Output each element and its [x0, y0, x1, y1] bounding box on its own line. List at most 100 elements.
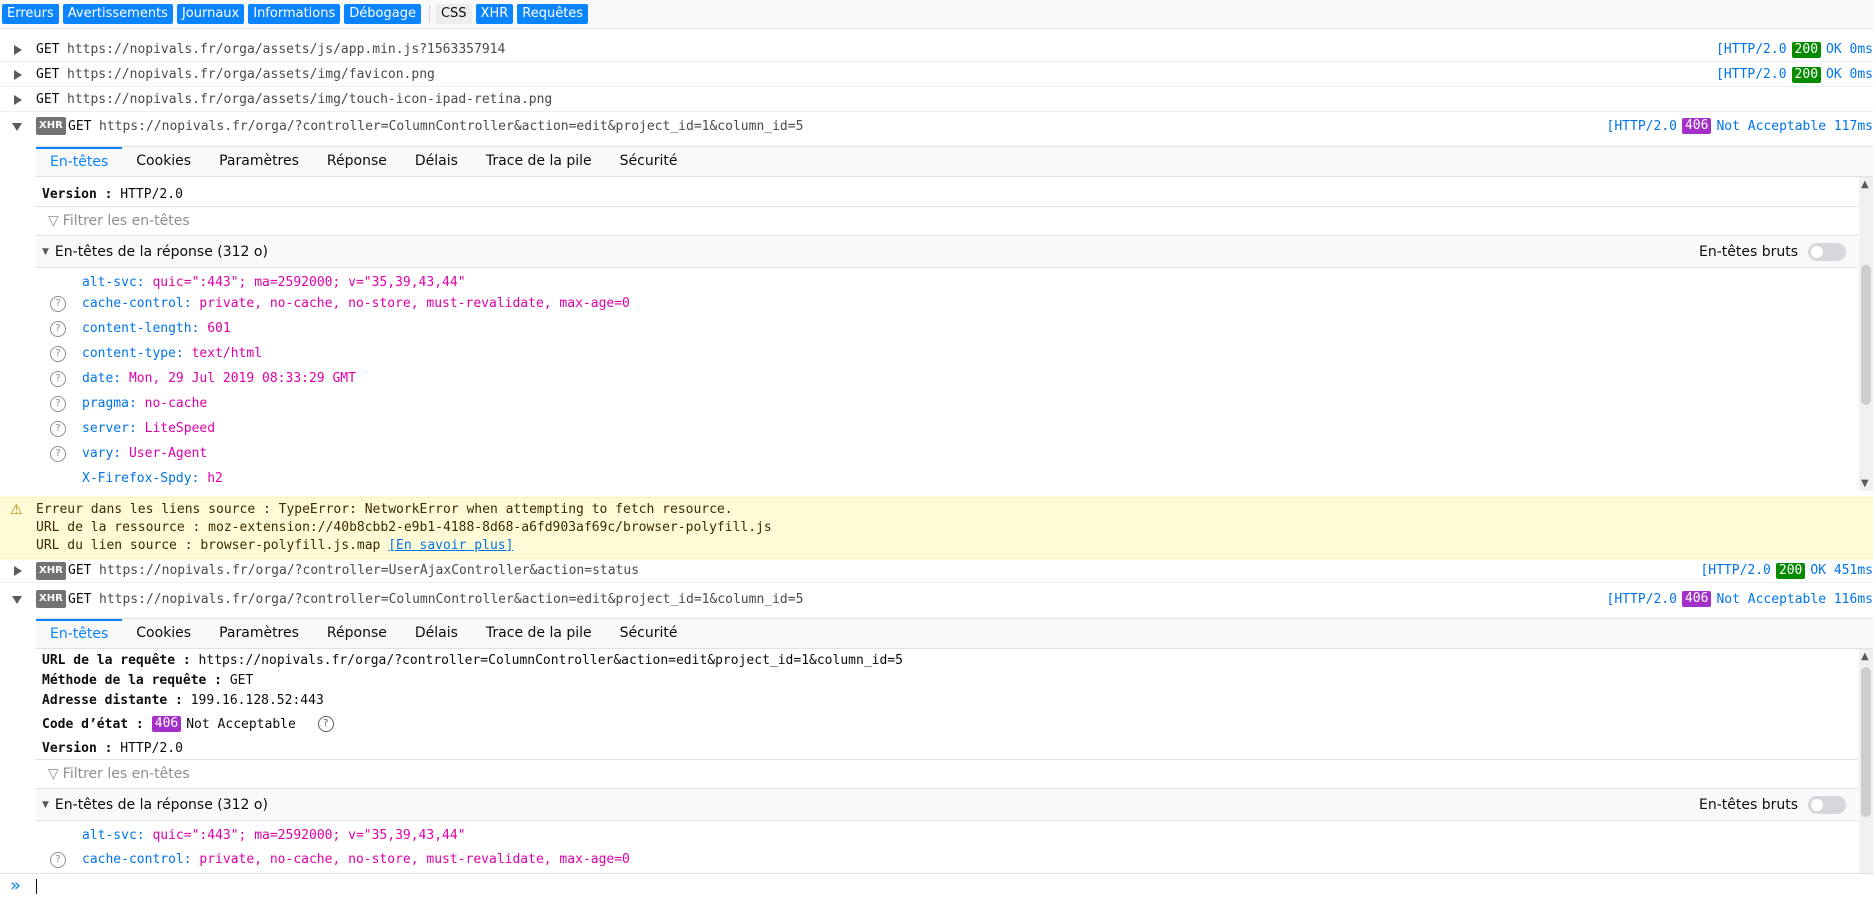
network-message-row[interactable]: GET https://nopivals.fr/orga/assets/js/a…	[0, 38, 1873, 62]
help-icon[interactable]: ?	[50, 370, 66, 387]
request-url[interactable]: https://nopivals.fr/orga/assets/img/favi…	[67, 67, 435, 82]
tab-headers[interactable]: En-têtes	[36, 147, 123, 176]
network-message-row[interactable]: GET https://nopivals.fr/orga/assets/img/…	[0, 63, 1873, 87]
tab-cookies[interactable]: Cookies	[122, 147, 205, 176]
expand-arrow-icon[interactable]	[12, 94, 24, 106]
filter-xhr-button[interactable]: XHR	[475, 4, 514, 24]
filter-separator	[428, 5, 430, 23]
filter-css-button[interactable]: CSS	[435, 4, 472, 24]
tab-response[interactable]: Réponse	[313, 147, 401, 176]
help-icon[interactable]: ?	[50, 345, 66, 362]
filter-errors-button[interactable]: Erreurs	[2, 4, 59, 24]
tab-security[interactable]: Sécurité	[606, 147, 692, 176]
section-collapse-icon[interactable]: ▼	[42, 247, 49, 257]
expand-arrow-icon[interactable]	[12, 44, 24, 56]
header-name: date: Mon, 29 Jul 2019 08:33:29 GMT	[82, 371, 356, 386]
collapse-arrow-icon[interactable]	[12, 120, 24, 132]
console-input[interactable]: »	[0, 873, 1873, 898]
request-details-panel: En-têtes Cookies Paramètres Réponse Déla…	[36, 618, 1873, 874]
status-code-badge: 200	[1791, 66, 1822, 83]
header-name: content-type: text/html	[82, 346, 263, 361]
header-name: alt-svc: quic=":443"; ma=2592000; v="35,…	[82, 828, 466, 843]
scroll-down-icon[interactable]: ▼	[1861, 478, 1869, 489]
request-method: GET	[36, 67, 60, 82]
raw-headers-toggle[interactable]	[1808, 242, 1846, 261]
request-url[interactable]: https://nopivals.fr/orga/assets/js/app.m…	[67, 42, 505, 57]
help-icon[interactable]: ?	[50, 395, 66, 412]
request-url[interactable]: https://nopivals.fr/orga/assets/img/touc…	[67, 92, 552, 107]
tab-cookies[interactable]: Cookies	[122, 619, 205, 648]
tab-response[interactable]: Réponse	[313, 619, 401, 648]
warning-source-map-url: URL du lien source : browser-polyfill.js…	[36, 538, 514, 553]
panel-scrollbar[interactable]: ▲ ▼	[1859, 177, 1873, 491]
filter-requests-button[interactable]: Requêtes	[517, 4, 589, 24]
expand-arrow-icon[interactable]	[12, 69, 24, 81]
scrollbar-thumb[interactable]	[1861, 265, 1871, 405]
section-title: En-têtes de la réponse (312 o)	[54, 796, 268, 813]
warning-resource-url: URL de la ressource : moz-extension://40…	[36, 520, 772, 535]
network-message-row[interactable]: XHR GET https://nopivals.fr/orga/?contro…	[0, 559, 1873, 583]
panel-scrollbar[interactable]: ▲	[1859, 649, 1873, 874]
filter-info-button[interactable]: Informations	[248, 4, 341, 24]
version-label: Version :	[42, 187, 113, 202]
filter-debug-button[interactable]: Débogage	[344, 4, 421, 24]
request-method: GET	[68, 563, 92, 578]
response-status: [HTTP/2.0 406 Not Acceptable 117ms	[1607, 118, 1873, 134]
network-message-row[interactable]: XHR GET https://nopivals.fr/orga/?contro…	[0, 587, 1873, 611]
collapse-arrow-icon[interactable]	[12, 593, 24, 605]
filter-warnings-button[interactable]: Avertissements	[62, 4, 173, 24]
scroll-up-icon[interactable]: ▲	[1861, 651, 1869, 662]
status-code-badge: 406	[151, 716, 182, 732]
response-headers-section[interactable]: ▼ En-têtes de la réponse (312 o) En-tête…	[36, 789, 1858, 821]
response-status: [HTTP/2.0 200 OK 451ms	[1700, 562, 1873, 579]
tab-params[interactable]: Paramètres	[205, 619, 313, 648]
source-map-warning: ⚠ Erreur dans les liens source : TypeErr…	[0, 497, 1873, 559]
help-icon[interactable]: ?	[50, 320, 66, 337]
remote-address-value: 199.16.128.52:443	[190, 693, 324, 708]
help-icon[interactable]: ?	[50, 851, 66, 868]
request-url-line: URL de la requête : https://nopivals.fr/…	[42, 653, 903, 668]
tab-timings[interactable]: Délais	[401, 147, 472, 176]
scroll-up-icon[interactable]: ▲	[1861, 179, 1869, 190]
header-value: User-Agent	[128, 446, 208, 461]
help-icon[interactable]: ?	[50, 295, 66, 312]
request-url[interactable]: https://nopivals.fr/orga/?controller=Col…	[99, 592, 803, 607]
raw-headers-toggle[interactable]	[1808, 795, 1846, 814]
status-text: Not Acceptable 116ms	[1716, 591, 1873, 607]
details-tabs: En-têtes Cookies Paramètres Réponse Déla…	[36, 619, 1873, 649]
help-icon[interactable]: ?	[50, 420, 66, 437]
response-status: [HTTP/2.0 200 OK 0ms	[1716, 66, 1873, 83]
xhr-badge: XHR	[36, 590, 66, 608]
headers-filter-input[interactable]: Filtrer les en-têtes	[63, 213, 190, 229]
tab-stack-trace[interactable]: Trace de la pile	[472, 147, 606, 176]
header-value: text/html	[191, 346, 263, 361]
help-icon[interactable]: ?	[50, 445, 66, 462]
status-code-badge: 406	[1681, 591, 1712, 607]
header-name: cache-control: private, no-cache, no-sto…	[82, 296, 630, 311]
filter-icon: ▽	[48, 766, 59, 782]
headers-filter[interactable]: ▽ Filtrer les en-têtes	[36, 759, 1858, 789]
tab-timings[interactable]: Délais	[401, 619, 472, 648]
header-value: quic=":443"; ma=2592000; v="35,39,43,44"	[152, 828, 466, 843]
header-value: no-cache	[144, 396, 208, 411]
expand-arrow-icon[interactable]	[12, 565, 24, 577]
headers-filter-input[interactable]: Filtrer les en-têtes	[63, 766, 190, 782]
request-url-value[interactable]: https://nopivals.fr/orga/?controller=Col…	[199, 653, 903, 668]
section-collapse-icon[interactable]: ▼	[42, 800, 49, 810]
headers-filter[interactable]: ▽ Filtrer les en-têtes	[36, 206, 1858, 236]
help-icon[interactable]: ?	[317, 716, 334, 732]
tab-security[interactable]: Sécurité	[606, 619, 692, 648]
learn-more-link[interactable]: [En savoir plus]	[388, 538, 513, 553]
tab-params[interactable]: Paramètres	[205, 147, 313, 176]
request-url[interactable]: https://nopivals.fr/orga/?controller=Col…	[99, 119, 803, 134]
status-code-line: Code d’état :406 Not Acceptable?	[42, 716, 334, 732]
filter-logs-button[interactable]: Journaux	[176, 4, 245, 24]
response-headers-section[interactable]: ▼ En-têtes de la réponse (312 o) En-tête…	[36, 236, 1858, 268]
request-url[interactable]: https://nopivals.fr/orga/?controller=Use…	[99, 563, 639, 578]
tab-stack-trace[interactable]: Trace de la pile	[472, 619, 606, 648]
tab-headers[interactable]: En-têtes	[36, 619, 123, 648]
network-message-row[interactable]: XHR GET https://nopivals.fr/orga/?contro…	[0, 114, 1873, 138]
protocol: [HTTP/2.0	[1606, 118, 1677, 134]
scrollbar-thumb[interactable]	[1861, 667, 1871, 817]
network-message-row[interactable]: GET https://nopivals.fr/orga/assets/img/…	[0, 88, 1873, 112]
